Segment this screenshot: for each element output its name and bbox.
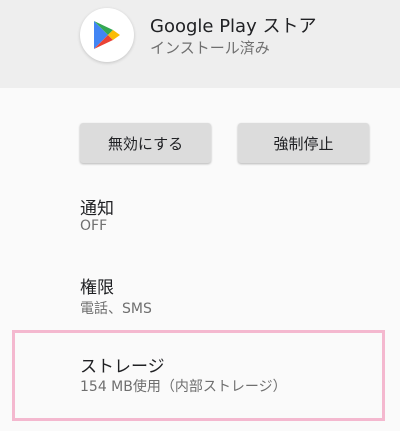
google-play-logo-glyph [94,21,120,49]
force-stop-button[interactable]: 強制停止 [238,123,369,163]
disable-button[interactable]: 無効にする [80,123,211,163]
settings-item-summary: 電話、SMS [80,301,152,317]
google-play-icon [80,8,134,62]
settings-item-permissions[interactable]: 権限 電話、SMS [0,256,400,324]
settings-item-notifications[interactable]: 通知 OFF [0,180,400,242]
settings-item-summary: 154 MB使用（内部ストレージ） [80,379,287,395]
settings-item-summary: OFF [80,218,108,234]
settings-item-title: 権限 [80,278,114,298]
app-install-status: インストール済み [150,39,270,57]
settings-item-storage[interactable]: ストレージ 154 MB使用（内部ストレージ） [0,333,400,418]
app-header: Google Play ストア インストール済み [0,0,400,88]
settings-item-title: ストレージ [80,357,165,377]
settings-item-title: 通知 [80,199,114,219]
app-name: Google Play ストア [150,16,317,37]
